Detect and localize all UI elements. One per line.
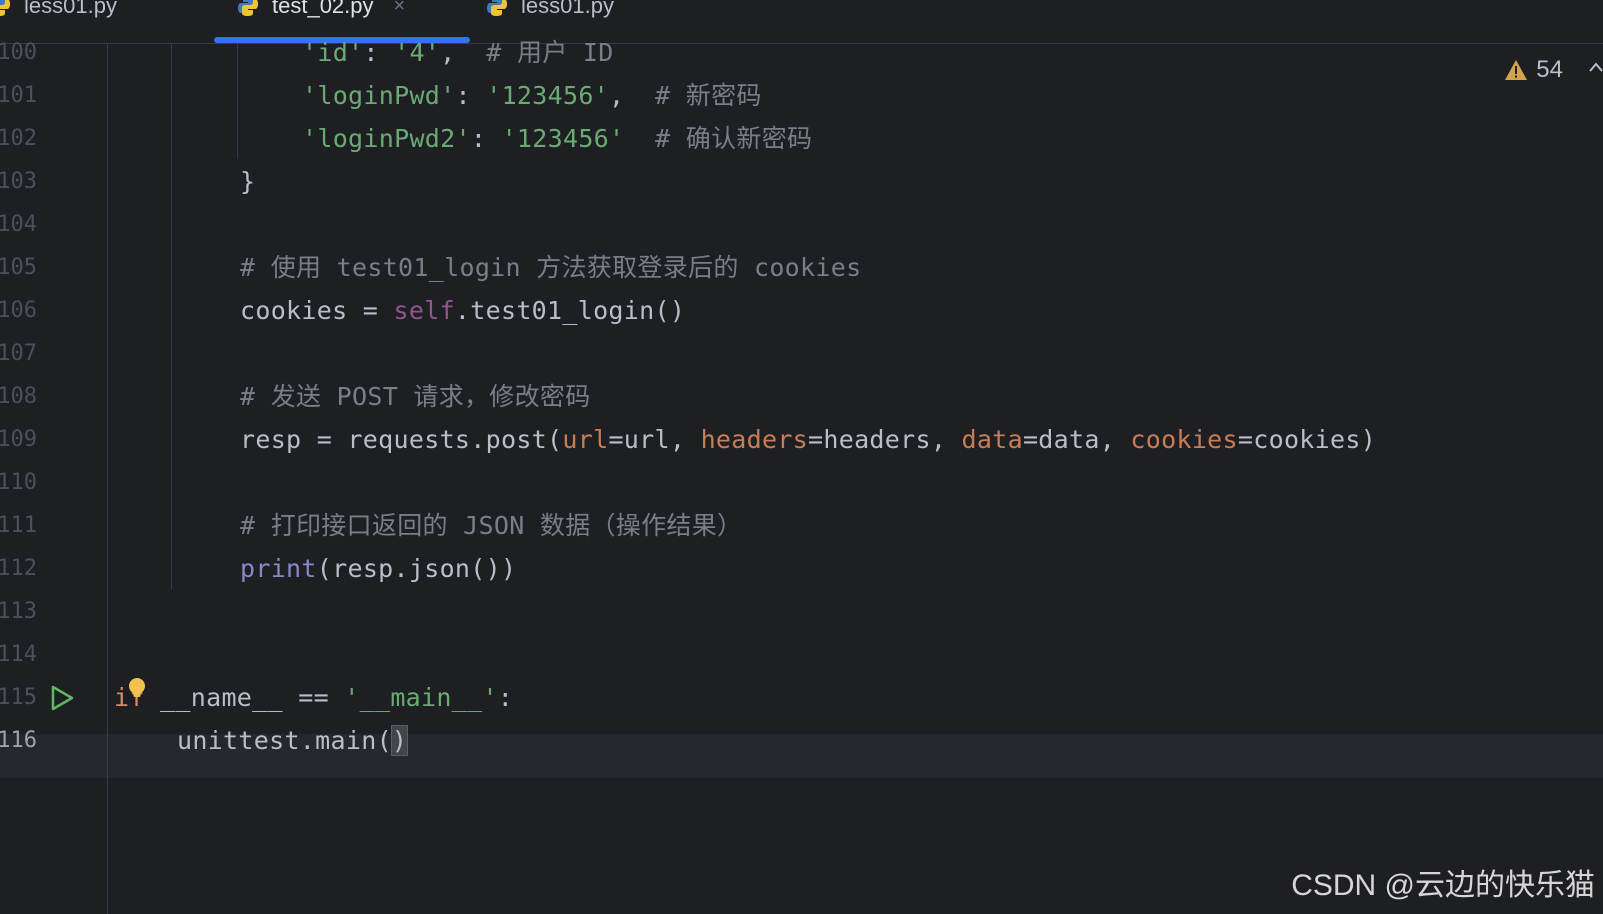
line-number: 114 xyxy=(0,642,37,667)
code-text: resp = requests.post(url=url, headers=he… xyxy=(240,425,1377,454)
close-icon[interactable]: × xyxy=(394,0,406,18)
code-text: 'loginPwd': '123456', # 新密码 xyxy=(302,81,762,110)
code-line: 112 print(resp.json()) xyxy=(0,547,1603,591)
code-text: unittest.main() xyxy=(177,725,409,756)
code-line: 114 xyxy=(0,633,1603,677)
code-text: cookies = self.test01_login() xyxy=(240,296,686,325)
line-number: 112 xyxy=(0,556,37,581)
code-text: print(resp.json()) xyxy=(240,554,517,583)
code-line: 111 # 打印接口返回的 JSON 数据（操作结果） xyxy=(0,504,1603,548)
line-number: 103 xyxy=(0,169,37,194)
code-comment: # 打印接口返回的 JSON 数据（操作结果） xyxy=(240,511,743,540)
line-number: 107 xyxy=(0,341,37,366)
python-file-icon xyxy=(0,0,10,16)
tab-less01-left[interactable]: less01.py xyxy=(0,0,117,26)
code-comment: # 使用 test01_login 方法获取登录后的 cookies xyxy=(240,253,862,282)
tab-label: less01.py xyxy=(521,0,614,18)
code-text: 'id': '4', # 用户 ID xyxy=(302,38,614,67)
line-number: 104 xyxy=(0,212,37,237)
code-line: 107 xyxy=(0,332,1603,376)
code-line: 101 'loginPwd': '123456', # 新密码 xyxy=(0,74,1603,118)
line-number: 102 xyxy=(0,126,37,151)
line-number: 111 xyxy=(0,513,37,538)
code-line: 105 # 使用 test01_login 方法获取登录后的 cookies xyxy=(0,246,1603,290)
tab-label: less01.py xyxy=(24,0,117,18)
line-number: 105 xyxy=(0,255,37,280)
code-text: } xyxy=(240,167,256,196)
line-number: 101 xyxy=(0,83,37,108)
run-icon[interactable] xyxy=(48,684,76,712)
code-line: 103 } xyxy=(0,160,1603,204)
code-line: 102 'loginPwd2': '123456' # 确认新密码 xyxy=(0,117,1603,161)
code-line: 109 resp = requests.post(url=url, header… xyxy=(0,418,1603,462)
code-line: 100 'id': '4', # 用户 ID xyxy=(0,31,1603,75)
python-file-icon xyxy=(487,0,507,16)
code-text: if __name__ == '__main__': xyxy=(114,683,514,712)
watermark: CSDN @云边的快乐猫 xyxy=(1291,869,1595,902)
code-line-current: 116 unittest.main() xyxy=(0,719,1603,763)
code-line: 104 xyxy=(0,203,1603,247)
code-comment: # 发送 POST 请求，修改密码 xyxy=(240,382,591,411)
code-line: 110 xyxy=(0,461,1603,505)
line-number: 106 xyxy=(0,298,37,323)
code-editor[interactable]: 54 100 'id': '4', # 用户 ID 101 'loginPwd'… xyxy=(0,38,1603,914)
line-number: 113 xyxy=(0,599,37,624)
code-line: 106 cookies = self.test01_login() xyxy=(0,289,1603,333)
code-text: 'loginPwd2': '123456' # 确认新密码 xyxy=(302,124,813,153)
lightbulb-icon[interactable] xyxy=(126,676,148,702)
code-line: 108 # 发送 POST 请求，修改密码 xyxy=(0,375,1603,419)
tab-test-02[interactable]: test_02.py × xyxy=(236,0,405,26)
line-number: 110 xyxy=(0,470,37,495)
line-number: 108 xyxy=(0,384,37,409)
code-line: 115 if __name__ == '__main__': xyxy=(0,676,1603,720)
code-line: 113 xyxy=(0,590,1603,634)
line-number: 116 xyxy=(0,728,37,753)
line-number: 115 xyxy=(0,685,37,710)
python-file-icon xyxy=(238,0,258,16)
tab-less01-right[interactable]: less01.py xyxy=(485,0,614,26)
line-number: 100 xyxy=(0,40,37,65)
tab-label: test_02.py xyxy=(272,0,374,18)
line-number: 109 xyxy=(0,427,37,452)
